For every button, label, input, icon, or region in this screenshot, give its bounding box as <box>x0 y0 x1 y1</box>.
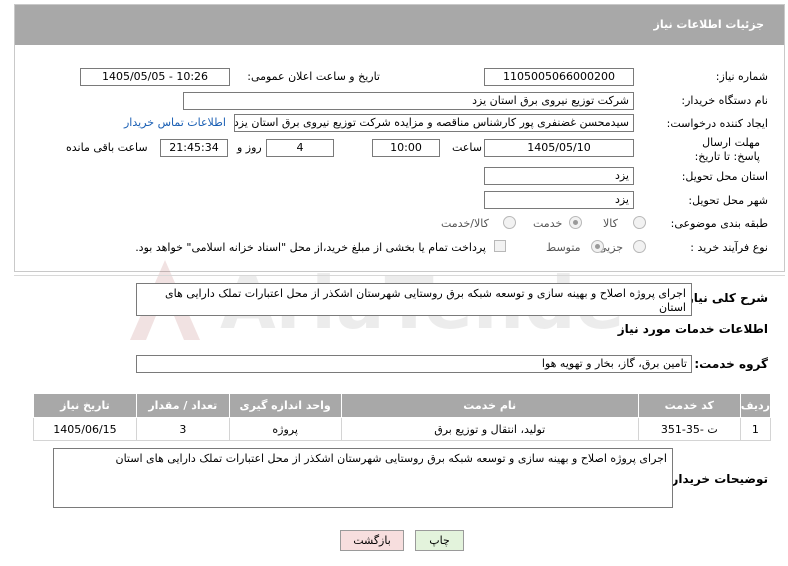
city-field: یزد <box>484 191 634 209</box>
cell-service-name: تولید، انتقال و توزیع برق <box>340 417 639 441</box>
need-summary-label: شرح کلی نیاز: <box>682 291 768 305</box>
deadline-label: مهلت ارسال پاسخ: تا تاریخ: <box>694 136 760 163</box>
services-section-title: اطلاعات خدمات مورد نیاز <box>617 322 768 336</box>
category-option-service: خدمت <box>533 217 563 230</box>
category-option-goods: کالا <box>603 217 618 230</box>
col-need-date: تاریخ نیاز <box>33 393 137 418</box>
announce-date-label: تاریخ و ساعت اعلان عمومی: <box>247 70 380 83</box>
buyer-org-field: شرکت توزیع نیروی برق استان یزد <box>183 92 634 110</box>
announce-date-field: 1405/05/05 - 10:26 <box>80 68 230 86</box>
cell-unit: پروژه <box>228 417 342 441</box>
cell-need-date: 1405/06/15 <box>33 417 137 441</box>
remaining-time-field: 21:45:34 <box>160 139 228 157</box>
page-title: جزئیات اطلاعات نیاز <box>653 18 765 31</box>
service-group-label: گروه خدمت: <box>694 357 768 371</box>
process-type-label: نوع فرآیند خرید : <box>690 241 768 254</box>
buyer-notes-label: توضیحات خریدار: <box>666 472 768 486</box>
services-table: تاریخ نیاز تعداد / مقدار واحد اندازه گیر… <box>33 393 772 441</box>
category-option-goods-service: کالا/خدمت <box>441 217 489 230</box>
category-label: طبقه بندی موضوعی: <box>670 217 768 230</box>
deadline-date-field: 1405/05/10 <box>484 139 634 157</box>
need-number-label: شماره نیاز: <box>715 70 768 83</box>
requester-field: سیدمحسن غضنفری پور کارشناس مناقصه و مزای… <box>234 114 634 132</box>
col-service-code: کد خدمت <box>637 393 741 418</box>
days-label: روز و <box>237 141 262 154</box>
cell-service-code: ت -35-351 <box>637 417 741 441</box>
cell-quantity: 3 <box>135 417 230 441</box>
col-quantity: تعداد / مقدار <box>135 393 230 418</box>
process-radio-medium[interactable] <box>591 240 604 253</box>
print-button[interactable]: چاپ <box>415 530 464 551</box>
service-group-field: تامین برق، گاز، بخار و تهویه هوا <box>136 355 692 373</box>
buyer-contact-link[interactable]: اطلاعات تماس خریدار <box>124 116 226 129</box>
back-button[interactable]: بازگشت <box>340 530 404 551</box>
deadline-time-field: 10:00 <box>372 139 440 157</box>
process-radio-minor[interactable] <box>633 240 646 253</box>
city-label: شهر محل تحویل: <box>688 194 768 207</box>
buyer-org-label: نام دستگاه خریدار: <box>681 94 768 107</box>
treasury-payment-checkbox[interactable] <box>494 240 506 252</box>
process-option-medium: متوسط <box>546 241 581 254</box>
buyer-notes-text: اجرای پروژه اصلاح و بهینه سازی و توسعه ش… <box>53 448 673 508</box>
category-radio-goods-service[interactable] <box>503 216 516 229</box>
deadline-time-label: ساعت <box>452 141 482 154</box>
col-row-number: ردیف <box>739 393 772 418</box>
table-row: 1405/06/15 3 پروژه تولید، انتقال و توزیع… <box>33 417 772 441</box>
category-radio-goods[interactable] <box>633 216 646 229</box>
remaining-time-label: ساعت باقی مانده <box>66 141 148 154</box>
treasury-payment-note: پرداخت تمام یا بخشی از مبلغ خرید،از محل … <box>135 241 486 254</box>
need-number-field: 1105005066000200 <box>484 68 634 86</box>
days-remaining-field: 4 <box>266 139 334 157</box>
requester-label: ایجاد کننده درخواست: <box>666 117 768 130</box>
province-field: یزد <box>484 167 634 185</box>
province-label: استان محل تحویل: <box>681 170 768 183</box>
table-header-row: تاریخ نیاز تعداد / مقدار واحد اندازه گیر… <box>33 393 772 418</box>
col-service-name: نام خدمت <box>340 393 639 418</box>
col-unit: واحد اندازه گیری <box>228 393 342 418</box>
need-summary-text: اجرای پروژه اصلاح و بهینه سازی و توسعه ش… <box>136 283 692 316</box>
cell-row-number: 1 <box>739 417 772 441</box>
section-divider <box>14 275 785 276</box>
category-radio-service[interactable] <box>569 216 582 229</box>
